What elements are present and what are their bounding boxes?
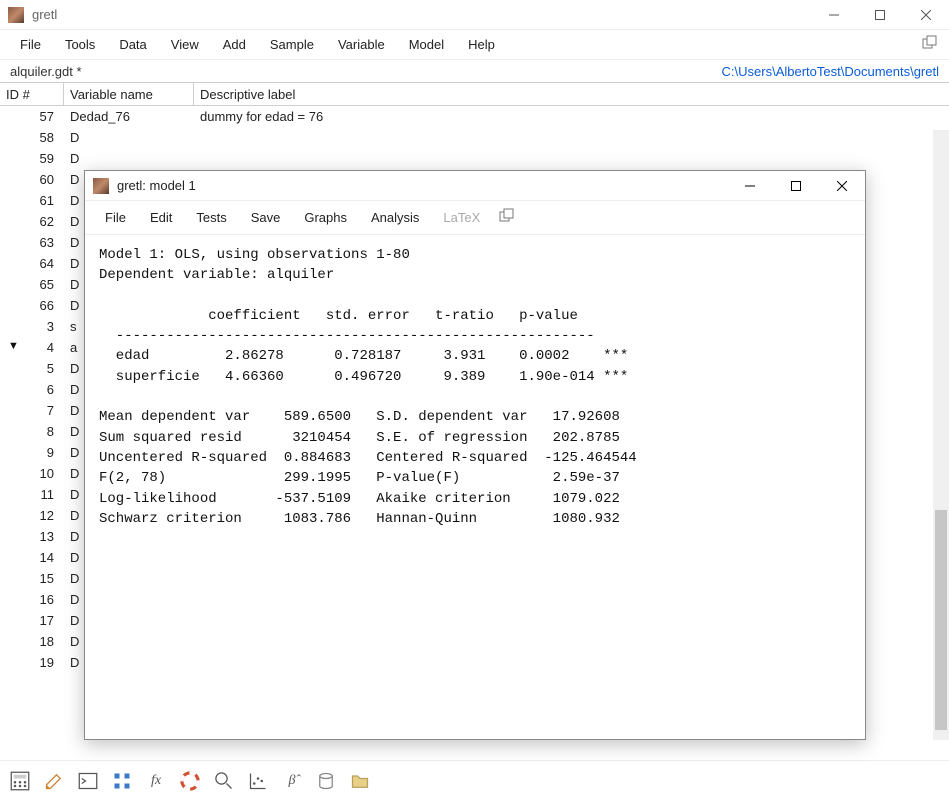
- variable-list-header: ID # Variable name Descriptive label: [0, 82, 949, 106]
- minimize-icon: [745, 181, 755, 191]
- lifering-icon[interactable]: [180, 771, 200, 791]
- fx-icon[interactable]: fx: [146, 771, 166, 791]
- current-path[interactable]: C:\Users\AlbertoTest\Documents\gretl: [722, 64, 939, 79]
- model-menu-edit[interactable]: Edit: [140, 206, 182, 229]
- plot-icon[interactable]: [248, 771, 268, 791]
- model-maximize-button[interactable]: [773, 171, 819, 201]
- row-label: dummy for edad = 76: [194, 109, 939, 124]
- menu-help[interactable]: Help: [458, 33, 505, 56]
- row-id: 12: [0, 508, 64, 523]
- header-id[interactable]: ID #: [0, 83, 64, 105]
- variable-row[interactable]: 59D: [0, 148, 939, 169]
- folder-icon[interactable]: [350, 771, 370, 791]
- row-id: 6: [0, 382, 64, 397]
- scrollbar[interactable]: [933, 130, 949, 740]
- row-id: 64: [0, 256, 64, 271]
- maximize-icon: [875, 10, 885, 20]
- model-menu-latex: LaTeX: [433, 206, 490, 229]
- current-filename: alquiler.gdt *: [10, 64, 722, 79]
- row-id: 3: [0, 319, 64, 334]
- row-id: 65: [0, 277, 64, 292]
- row-id: 58: [0, 130, 64, 145]
- file-info-row: alquiler.gdt * C:\Users\AlbertoTest\Docu…: [0, 60, 949, 82]
- icon-grid-icon[interactable]: [112, 771, 132, 791]
- minimize-icon: [829, 10, 839, 20]
- app-icon: [93, 178, 109, 194]
- row-id: 60: [0, 172, 64, 187]
- row-id: 57: [0, 109, 64, 124]
- row-id: 17: [0, 613, 64, 628]
- model-menu-graphs[interactable]: Graphs: [294, 206, 357, 229]
- model-windows-icon[interactable]: [498, 207, 516, 228]
- row-id: 18: [0, 634, 64, 649]
- close-icon: [921, 10, 931, 20]
- menu-data[interactable]: Data: [109, 33, 156, 56]
- close-button[interactable]: [903, 0, 949, 30]
- row-id: 11: [0, 487, 64, 502]
- bottom-toolbar: fx β̂: [0, 760, 949, 800]
- row-id: 62: [0, 214, 64, 229]
- database-icon[interactable]: [316, 771, 336, 791]
- menu-view[interactable]: View: [161, 33, 209, 56]
- model-title: gretl: model 1: [117, 178, 727, 193]
- console-icon[interactable]: [78, 771, 98, 791]
- row-variable-name: D: [64, 151, 194, 166]
- app-icon: [8, 7, 24, 23]
- model-close-button[interactable]: [819, 171, 865, 201]
- model-menu-tests[interactable]: Tests: [186, 206, 236, 229]
- edit-icon[interactable]: [44, 771, 64, 791]
- menu-sample[interactable]: Sample: [260, 33, 324, 56]
- row-id: 61: [0, 193, 64, 208]
- row-id: 8: [0, 424, 64, 439]
- calculator-icon[interactable]: [10, 771, 30, 791]
- row-id: 10: [0, 466, 64, 481]
- model-window: gretl: model 1 File Edit Tests Save Grap…: [84, 170, 866, 740]
- row-id: 16: [0, 592, 64, 607]
- model-menu-analysis[interactable]: Analysis: [361, 206, 429, 229]
- close-icon: [837, 181, 847, 191]
- row-id: 15: [0, 571, 64, 586]
- scrollbar-thumb[interactable]: [935, 510, 947, 730]
- menu-file[interactable]: File: [10, 33, 51, 56]
- row-id: 5: [0, 361, 64, 376]
- model-menu-save[interactable]: Save: [241, 206, 291, 229]
- main-titlebar: gretl: [0, 0, 949, 30]
- row-id: 9: [0, 445, 64, 460]
- header-var[interactable]: Variable name: [64, 83, 194, 105]
- maximize-button[interactable]: [857, 0, 903, 30]
- model-minimize-button[interactable]: [727, 171, 773, 201]
- row-id: 59: [0, 151, 64, 166]
- menu-model[interactable]: Model: [399, 33, 454, 56]
- variable-row[interactable]: 58D: [0, 127, 939, 148]
- search-icon[interactable]: [214, 771, 234, 791]
- app-title: gretl: [32, 7, 811, 22]
- model-menu-file[interactable]: File: [95, 206, 136, 229]
- menu-tools[interactable]: Tools: [55, 33, 105, 56]
- row-id: 19: [0, 655, 64, 670]
- maximize-icon: [791, 181, 801, 191]
- row-id: 13: [0, 529, 64, 544]
- menu-add[interactable]: Add: [213, 33, 256, 56]
- row-id: 7: [0, 403, 64, 418]
- windows-icon[interactable]: [921, 34, 939, 55]
- header-lab[interactable]: Descriptive label: [194, 83, 949, 105]
- menu-variable[interactable]: Variable: [328, 33, 395, 56]
- row-id: 4: [0, 340, 64, 355]
- variable-row[interactable]: 57Dedad_76dummy for edad = 76: [0, 106, 939, 127]
- model-output[interactable]: Model 1: OLS, using observations 1-80 De…: [85, 235, 865, 739]
- row-variable-name: D: [64, 130, 194, 145]
- row-id: 63: [0, 235, 64, 250]
- beta-hat-icon[interactable]: β̂: [282, 771, 302, 791]
- row-id: 66: [0, 298, 64, 313]
- model-titlebar: gretl: model 1: [85, 171, 865, 201]
- model-menubar: File Edit Tests Save Graphs Analysis LaT…: [85, 201, 865, 235]
- main-menubar: File Tools Data View Add Sample Variable…: [0, 30, 949, 60]
- row-id: 14: [0, 550, 64, 565]
- row-variable-name: Dedad_76: [64, 109, 194, 124]
- minimize-button[interactable]: [811, 0, 857, 30]
